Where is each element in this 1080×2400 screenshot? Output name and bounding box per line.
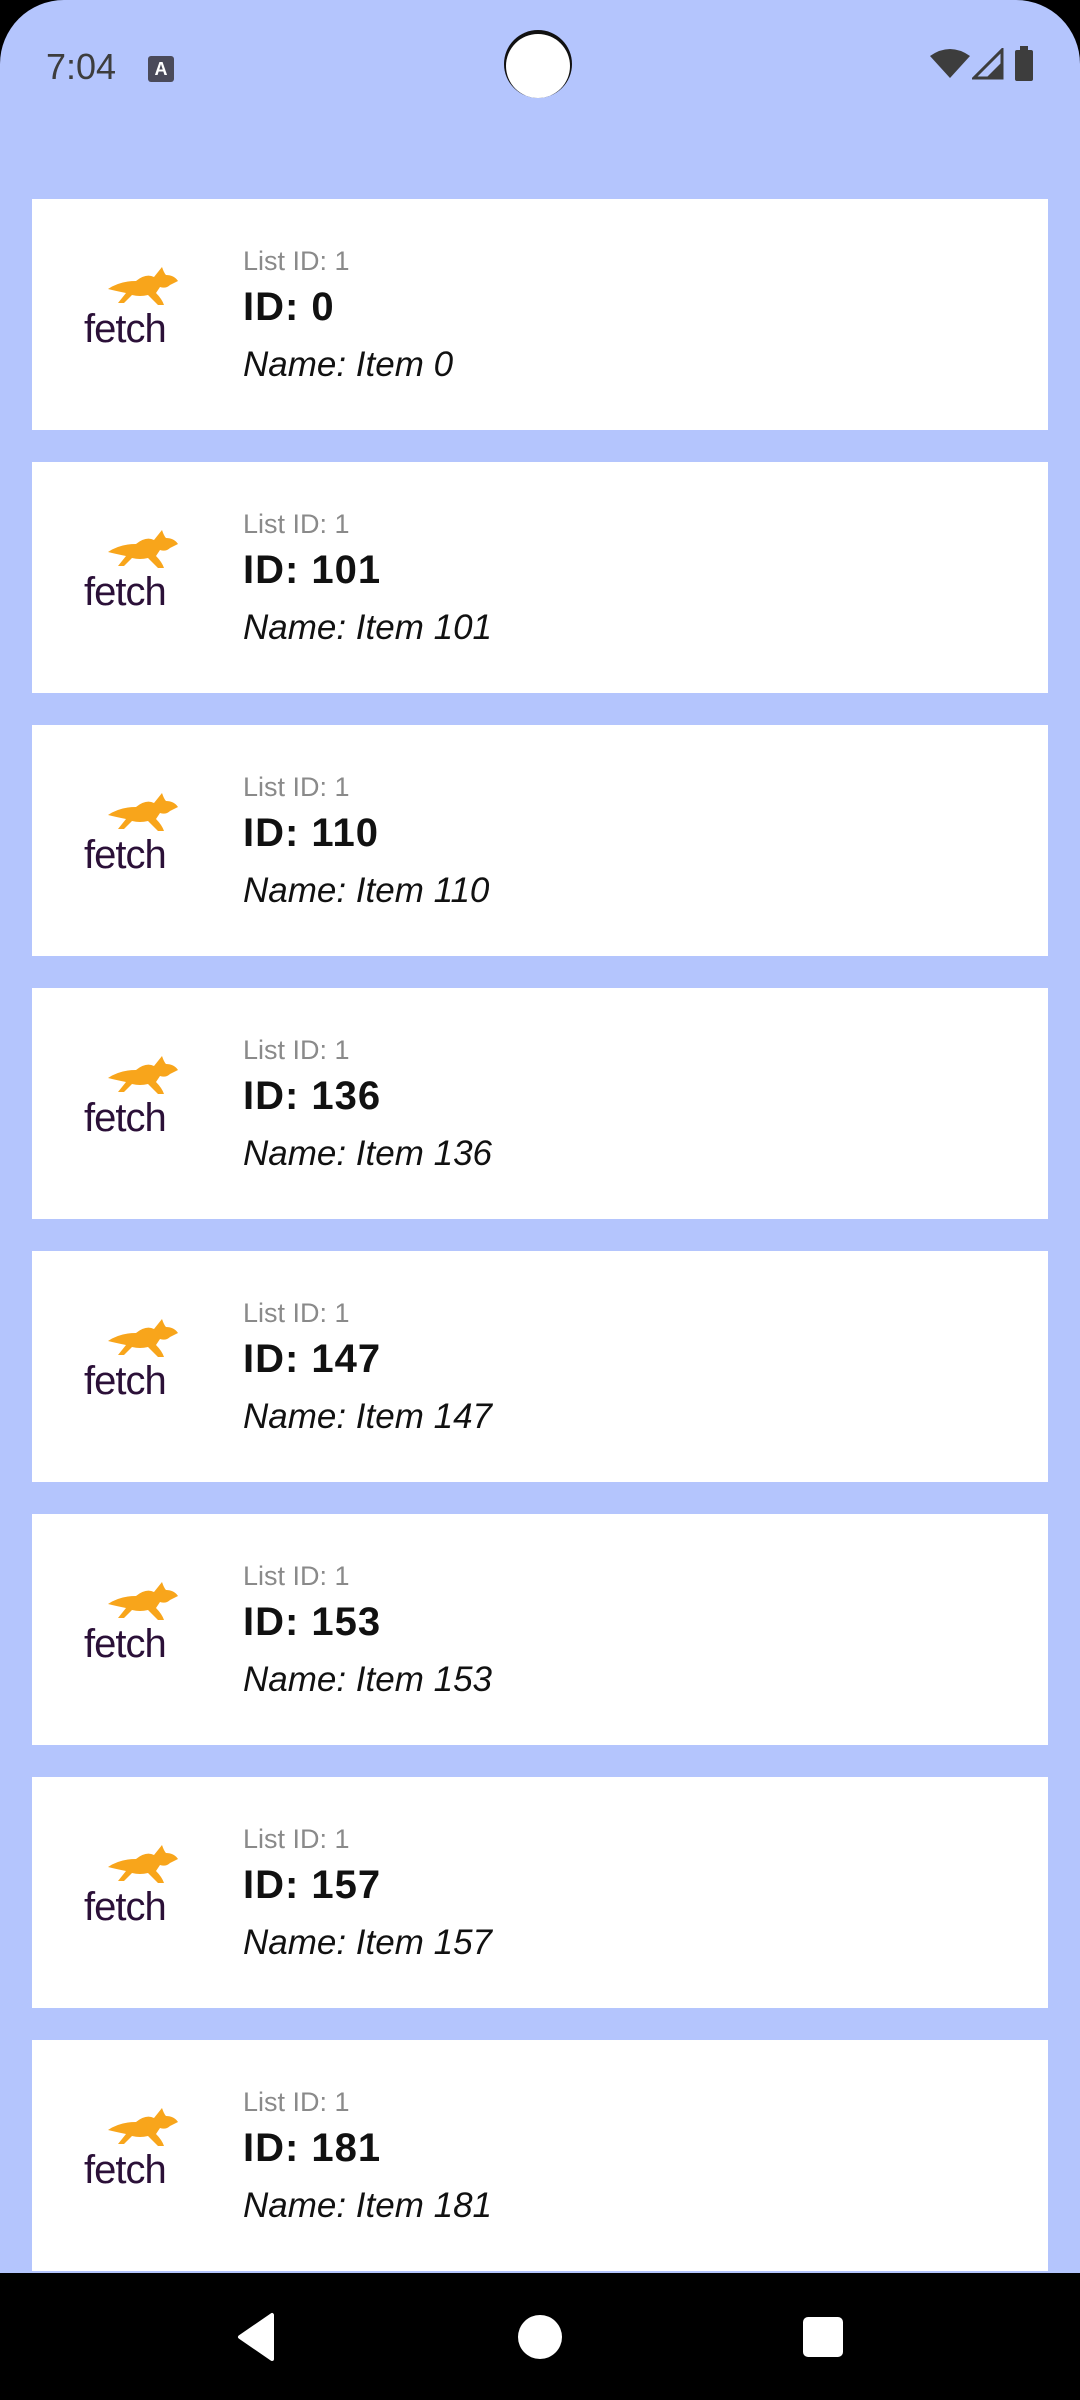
logo-text: fetch	[84, 1096, 167, 1140]
logo-text: fetch	[84, 307, 167, 351]
item-name-label: Name: Item 136	[243, 1134, 492, 1173]
list-id-label: List ID: 1	[243, 509, 350, 539]
item-name-label: Name: Item 181	[243, 2186, 492, 2225]
status-bar: 7:04 A	[0, 0, 1080, 140]
dog-icon	[108, 267, 178, 305]
list-item-card[interactable]: fetch List ID: 1 ID: 157 Name: Item 157	[32, 1777, 1048, 2008]
wifi-icon	[930, 49, 970, 78]
item-name-label: Name: Item 101	[243, 608, 492, 647]
camera-cutout	[506, 34, 570, 98]
dog-icon	[108, 1582, 178, 1620]
app-screen: 7:04 A fetch List ID: 1 ID: 0 Name: Item…	[0, 0, 1080, 2273]
item-name-label: Name: Item 153	[243, 1660, 492, 1699]
cell-signal-icon	[972, 48, 1004, 80]
list-item-card[interactable]: fetch List ID: 1 ID: 0 Name: Item 0	[32, 199, 1048, 430]
item-id-label: ID: 0	[243, 285, 335, 329]
item-id-label: ID: 101	[243, 548, 382, 592]
item-id-label: ID: 181	[243, 2126, 382, 2170]
list-id-label: List ID: 1	[243, 2087, 350, 2117]
logo-text: fetch	[84, 570, 167, 614]
item-name-label: Name: Item 147	[243, 1397, 492, 1436]
list-id-label: List ID: 1	[243, 246, 350, 276]
list-item-card[interactable]: fetch List ID: 1 ID: 147 Name: Item 147	[32, 1251, 1048, 1482]
logo-text: fetch	[84, 1885, 167, 1929]
dog-icon	[108, 793, 178, 831]
list-id-label: List ID: 1	[243, 772, 350, 802]
fetch-logo: fetch	[84, 259, 194, 369]
item-id-label: ID: 110	[243, 811, 379, 855]
dog-icon	[108, 2108, 178, 2146]
logo-text: fetch	[84, 833, 167, 877]
recents-icon[interactable]	[801, 2315, 845, 2359]
home-icon[interactable]	[515, 2312, 565, 2362]
list-item-card[interactable]: fetch List ID: 1 ID: 136 Name: Item 136	[32, 988, 1048, 1219]
fetch-logo: fetch	[84, 2100, 194, 2210]
fetch-logo: fetch	[84, 1048, 194, 1158]
item-name-label: Name: Item 157	[243, 1923, 492, 1962]
logo-text: fetch	[84, 1359, 167, 1403]
dog-icon	[108, 1845, 178, 1883]
navigation-bar	[0, 2273, 1080, 2400]
status-icons	[930, 46, 1040, 88]
item-name-label: Name: Item 0	[243, 345, 454, 384]
back-icon[interactable]	[226, 2307, 286, 2367]
item-id-label: ID: 147	[243, 1337, 382, 1381]
dog-icon	[108, 1056, 178, 1094]
fetch-logo: fetch	[84, 1311, 194, 1421]
list-id-label: List ID: 1	[243, 1561, 350, 1591]
status-time: 7:04	[46, 46, 117, 87]
list-item-card[interactable]: fetch List ID: 1 ID: 153 Name: Item 153	[32, 1514, 1048, 1745]
item-list[interactable]: fetch List ID: 1 ID: 0 Name: Item 0 fetc…	[32, 199, 1048, 2273]
list-id-label: List ID: 1	[243, 1824, 350, 1854]
item-name-label: Name: Item 110	[243, 871, 490, 910]
fetch-logo: fetch	[84, 1837, 194, 1947]
list-item-card[interactable]: fetch List ID: 1 ID: 101 Name: Item 101	[32, 462, 1048, 693]
list-id-label: List ID: 1	[243, 1035, 350, 1065]
list-id-label: List ID: 1	[243, 1298, 350, 1328]
fetch-logo: fetch	[84, 1574, 194, 1684]
list-item-card[interactable]: fetch List ID: 1 ID: 181 Name: Item 181	[32, 2040, 1048, 2271]
battery-icon	[1015, 46, 1033, 81]
dog-icon	[108, 530, 178, 568]
fetch-logo: fetch	[84, 785, 194, 895]
dog-icon	[108, 1319, 178, 1357]
accessibility-a-icon: A	[148, 56, 174, 82]
logo-text: fetch	[84, 1622, 167, 1666]
item-id-label: ID: 157	[243, 1863, 382, 1907]
logo-text: fetch	[84, 2148, 167, 2192]
fetch-logo: fetch	[84, 522, 194, 632]
list-item-card[interactable]: fetch List ID: 1 ID: 110 Name: Item 110	[32, 725, 1048, 956]
item-id-label: ID: 153	[243, 1600, 382, 1644]
item-id-label: ID: 136	[243, 1074, 382, 1118]
